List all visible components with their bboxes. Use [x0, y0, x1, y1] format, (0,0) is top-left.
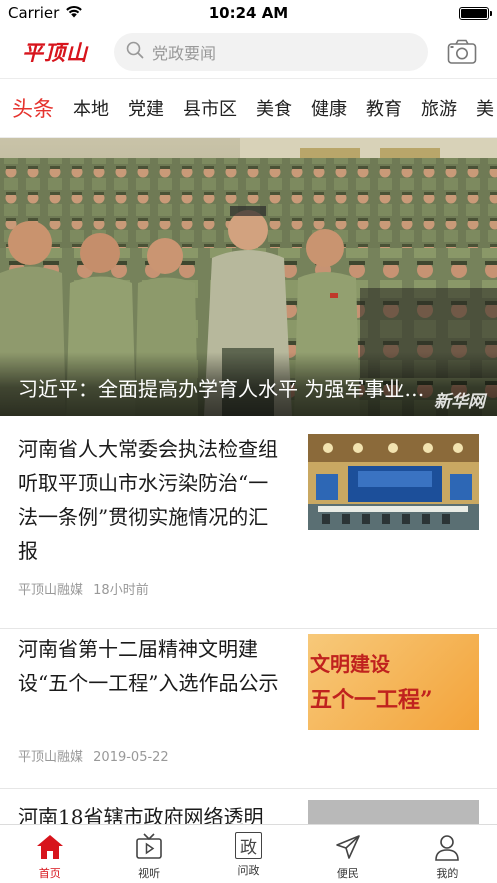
hero-caption: 习近平：全面提高办学育人水平 为强军事业提供有力人才支撑 [0, 352, 497, 416]
news-thumbnail [308, 434, 479, 530]
news-item[interactable]: 河南省第十二届精神文明建设“五个一工程”入选作品公示 平顶山融媒 2019-05… [0, 628, 497, 798]
news-source: 平顶山融媒 [18, 750, 84, 765]
category-tabs: 头条 本地 党建 县市区 美食 健康 教育 旅游 美 [0, 78, 497, 138]
battery-icon [459, 6, 492, 20]
tab-county[interactable]: 县市区 [183, 95, 237, 121]
tabbar-label: 视听 [138, 867, 161, 880]
hero-title: 习近平：全面提高办学育人水平 为强军事业提供有力人才支撑 [18, 377, 438, 401]
news-thumbnail: 文明建设 五个一工程” [308, 634, 479, 730]
tab-food[interactable]: 美食 [256, 95, 292, 121]
send-icon [333, 832, 363, 862]
zheng-icon: 政 [235, 832, 263, 859]
news-item[interactable]: 河南18省辖市政府网络透明 [0, 788, 497, 824]
tabbar-label: 问政 [237, 864, 260, 877]
tab-education[interactable]: 教育 [366, 95, 402, 121]
carrier-label: Carrier [8, 4, 60, 22]
thumb-text-1: 文明建设 [310, 652, 390, 676]
tv-icon [134, 832, 164, 862]
news-meta: 平顶山融媒 2019-05-22 [18, 746, 169, 765]
camera-icon[interactable] [445, 35, 479, 69]
tab-toutiao[interactable]: 头条 [12, 93, 54, 123]
news-item[interactable]: 河南省人大常委会执法检查组听取平顶山市水污染防治“一法一条例”贯彻实施情况的汇报… [0, 416, 497, 626]
tabbar-mine[interactable]: 我的 [398, 825, 497, 883]
tab-party[interactable]: 党建 [128, 95, 164, 121]
tab-travel[interactable]: 旅游 [421, 95, 457, 121]
search-placeholder: 党政要闻 [152, 44, 217, 63]
search-input[interactable]: 党政要闻 [114, 33, 428, 71]
app-logo: 平顶山 [22, 40, 88, 65]
search-icon [126, 41, 144, 63]
news-time: 2019-05-22 [93, 750, 169, 765]
tabbar-service[interactable]: 便民 [298, 825, 397, 883]
news-title: 河南18省辖市政府网络透明 [18, 805, 264, 824]
news-thumbnail [308, 800, 479, 824]
tab-health[interactable]: 健康 [311, 95, 347, 121]
tabbar-home[interactable]: 首页 [0, 825, 99, 883]
tabbar-label: 我的 [436, 867, 459, 880]
status-left: Carrier [8, 4, 83, 22]
tab-more[interactable]: 美 [476, 95, 494, 121]
bottom-tab-bar: 首页 视听 政 问政 便民 我的 [0, 824, 497, 883]
tab-local[interactable]: 本地 [73, 95, 109, 121]
tabbar-video[interactable]: 视听 [99, 825, 198, 883]
wifi-icon [65, 4, 83, 22]
news-meta: 平顶山融媒 18小时前 [18, 579, 149, 598]
tabbar-label: 首页 [38, 867, 61, 880]
app-header: 平顶山 党政要闻 [0, 26, 497, 78]
hero-headline[interactable]: 习近平：全面提高办学育人水平 为强军事业提供有力人才支撑 新华网 [0, 138, 497, 416]
tabbar-label: 便民 [336, 867, 359, 880]
person-icon [432, 832, 462, 862]
status-bar: Carrier 10:24 AM [0, 0, 497, 26]
thumb-text-2: 五个一工程” [310, 687, 433, 713]
tabbar-wenzheng[interactable]: 政 问政 [199, 825, 298, 883]
news-time: 18小时前 [93, 583, 149, 598]
news-title: 河南省人大常委会执法检查组听取平顶山市水污染防治“一法一条例”贯彻实施情况的汇报 [18, 437, 278, 563]
xinhua-watermark: 新华网 [434, 392, 485, 412]
home-icon [35, 832, 65, 862]
news-source: 平顶山融媒 [18, 583, 84, 598]
news-title: 河南省第十二届精神文明建设“五个一工程”入选作品公示 [18, 637, 279, 695]
zheng-glyph: 政 [240, 838, 258, 858]
